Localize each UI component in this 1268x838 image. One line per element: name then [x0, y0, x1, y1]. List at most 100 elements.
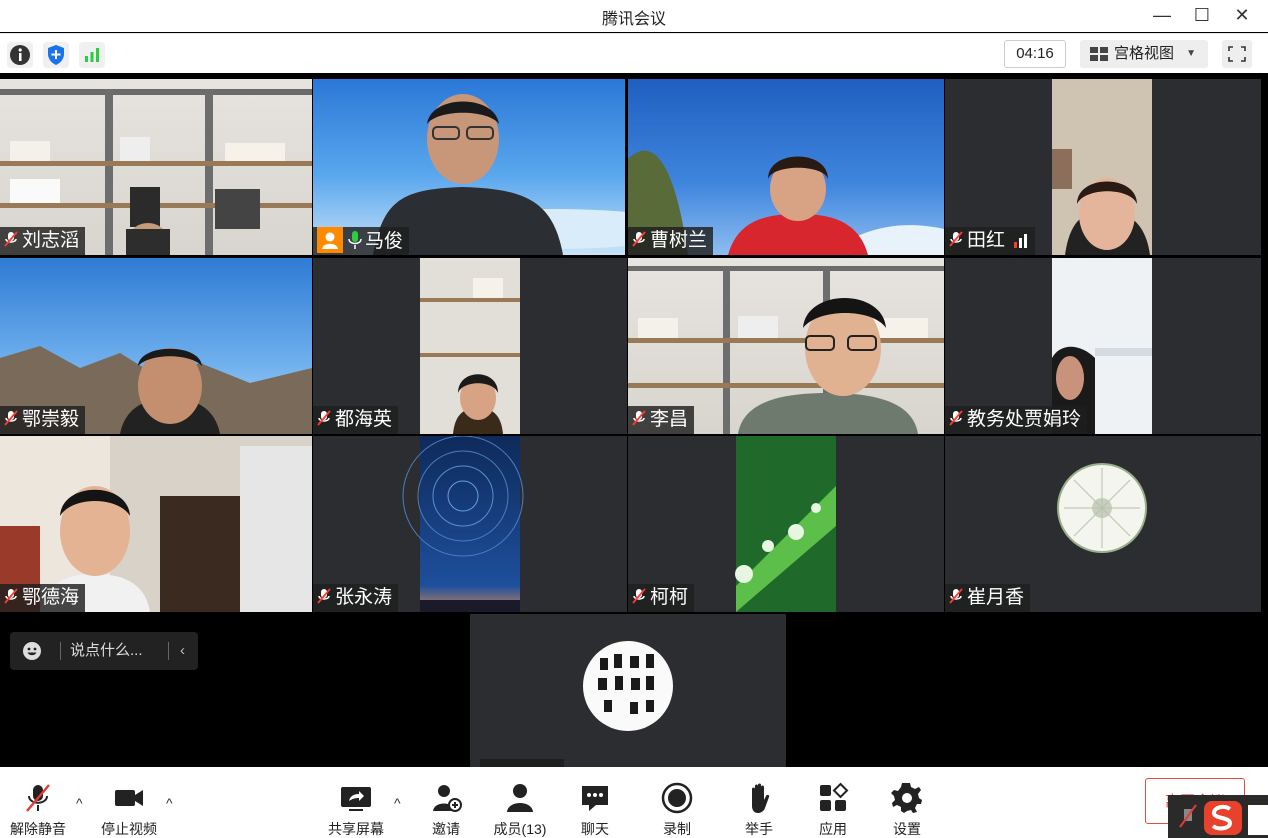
- participant-name-label: 张永涛: [313, 584, 399, 612]
- chat-label: 聊天: [581, 821, 609, 837]
- collapse-chat-button[interactable]: ‹: [180, 632, 185, 670]
- participant-name: 曹树兰: [650, 230, 708, 251]
- input-method-overlay[interactable]: [1168, 795, 1268, 838]
- mic-muted-icon: [4, 588, 18, 604]
- meeting-timer: 04:16: [1004, 40, 1066, 68]
- video-tile[interactable]: 鄂崇毅: [0, 258, 312, 434]
- stop-video-button[interactable]: 停止视频: [96, 767, 162, 838]
- apps-label: 应用: [819, 821, 847, 837]
- close-button[interactable]: ✕: [1222, 3, 1262, 27]
- participant-name-label: 鄂崇毅: [0, 406, 86, 434]
- participant-name: 刘志滔: [22, 230, 80, 251]
- apps-button[interactable]: 应用: [808, 767, 858, 838]
- participant-name: 柯柯: [650, 587, 689, 608]
- mic-muted-icon: [4, 410, 18, 426]
- participant-name-label: 崔月香: [945, 584, 1031, 612]
- mic-active-icon: [348, 231, 362, 249]
- participant-name: 鄂德海: [22, 587, 80, 608]
- record-button[interactable]: 录制: [652, 767, 702, 838]
- apps-grid-icon: [820, 782, 849, 811]
- info-icon[interactable]: [7, 42, 33, 68]
- video-tile[interactable]: 张永涛: [313, 436, 627, 612]
- invite-label: 邀请: [432, 821, 460, 837]
- emoji-icon[interactable]: [22, 641, 42, 661]
- mic-muted-icon: [26, 784, 50, 812]
- participant-name-label: 都海英: [313, 406, 399, 434]
- video-tile[interactable]: 崔月香: [945, 436, 1261, 612]
- add-user-icon: [433, 785, 462, 812]
- grid-view-icon: [1090, 47, 1108, 61]
- host-badge-icon: [317, 227, 343, 253]
- participant-name-label: 教务处贾娟玲: [945, 406, 1088, 434]
- participant-name: 田红: [967, 230, 1006, 251]
- share-screen-icon: [341, 787, 371, 811]
- mic-muted-icon: [949, 231, 963, 247]
- settings-button[interactable]: 设置: [882, 767, 932, 838]
- video-tile[interactable]: 教务处贾娟玲: [945, 258, 1261, 434]
- raise-hand-label: 举手: [745, 821, 773, 837]
- bottom-toolbar: 解除静音 ^ 停止视频 ^ 共享屏幕 ^ 邀请 成员(13) 聊天 录制 举手 …: [0, 767, 1268, 838]
- video-tile[interactable]: 鄂德海: [0, 436, 312, 612]
- share-screen-button[interactable]: 共享屏幕: [322, 767, 390, 838]
- weak-signal-icon: [1014, 234, 1028, 248]
- participant-name-label: 马俊: [313, 227, 410, 255]
- meeting-window: 腾讯会议 — ☐ ✕ 04:16 宫格视图 ▼ 刘志滔 马俊 曹树兰 田红 鄂崇…: [0, 0, 1268, 838]
- participant-name-label: 柯柯: [628, 584, 695, 612]
- participant-name-label: 鄂德海: [0, 584, 86, 612]
- chat-input-box[interactable]: 说点什么... ‹: [10, 632, 198, 670]
- chat-placeholder[interactable]: 说点什么...: [70, 632, 143, 670]
- participant-name: 张永涛: [335, 587, 393, 608]
- settings-label: 设置: [893, 821, 921, 837]
- video-tile[interactable]: 曹树兰: [628, 79, 944, 255]
- divider: [60, 642, 61, 660]
- video-tile[interactable]: [470, 614, 786, 767]
- members-label: 成员(13): [493, 821, 547, 837]
- chevron-down-icon: ▼: [1186, 48, 1196, 59]
- video-options-caret[interactable]: ^: [166, 795, 182, 811]
- audio-options-caret[interactable]: ^: [76, 795, 92, 811]
- mic-muted-icon: [632, 410, 646, 426]
- window-title: 腾讯会议: [601, 11, 666, 28]
- video-tile[interactable]: 马俊: [313, 79, 625, 255]
- unmute-label: 解除静音: [10, 821, 66, 837]
- view-mode-label: 宫格视图: [1114, 45, 1175, 62]
- mic-muted-icon: [632, 231, 646, 247]
- security-shield-icon[interactable]: [43, 42, 69, 68]
- record-icon: [661, 782, 693, 814]
- participant-name: 都海英: [335, 409, 393, 430]
- minimize-button[interactable]: —: [1142, 3, 1182, 27]
- participant-name: 崔月香: [967, 587, 1025, 608]
- avatar: [480, 641, 673, 767]
- video-tile[interactable]: 都海英: [313, 258, 627, 434]
- participant-name-label: 田红: [945, 227, 1036, 255]
- mic-muted-icon: [4, 231, 18, 247]
- divider: [168, 642, 169, 660]
- fullscreen-icon: [1228, 46, 1246, 62]
- video-camera-icon: [115, 790, 143, 806]
- video-tile[interactable]: 李昌: [628, 258, 944, 434]
- record-label: 录制: [663, 821, 691, 837]
- network-signal-icon[interactable]: [79, 42, 105, 68]
- raise-hand-icon: [752, 783, 770, 813]
- input-method-icon: [1179, 801, 1268, 835]
- gear-icon: [891, 783, 922, 813]
- participant-name-label: 曹树兰: [628, 227, 714, 255]
- participant-name-label: 刘志滔: [0, 227, 86, 255]
- raise-hand-button[interactable]: 举手: [734, 767, 784, 838]
- mic-muted-icon: [949, 588, 963, 604]
- video-tile[interactable]: 田红: [945, 79, 1261, 255]
- view-mode-dropdown[interactable]: 宫格视图 ▼: [1080, 40, 1208, 68]
- share-options-caret[interactable]: ^: [394, 795, 410, 811]
- video-tile[interactable]: 柯柯: [628, 436, 944, 612]
- mic-muted-icon: [632, 588, 646, 604]
- mic-muted-icon: [317, 588, 331, 604]
- video-tile[interactable]: 刘志滔: [0, 79, 312, 255]
- invite-button[interactable]: 邀请: [420, 767, 472, 838]
- members-button[interactable]: 成员(13): [488, 767, 552, 838]
- fullscreen-button[interactable]: [1222, 40, 1252, 68]
- avatar-background: [470, 614, 786, 767]
- participant-name: 教务处贾娟玲: [967, 409, 1082, 430]
- unmute-button[interactable]: 解除静音: [6, 767, 70, 838]
- chat-button[interactable]: 聊天: [570, 767, 620, 838]
- maximize-button[interactable]: ☐: [1182, 3, 1222, 27]
